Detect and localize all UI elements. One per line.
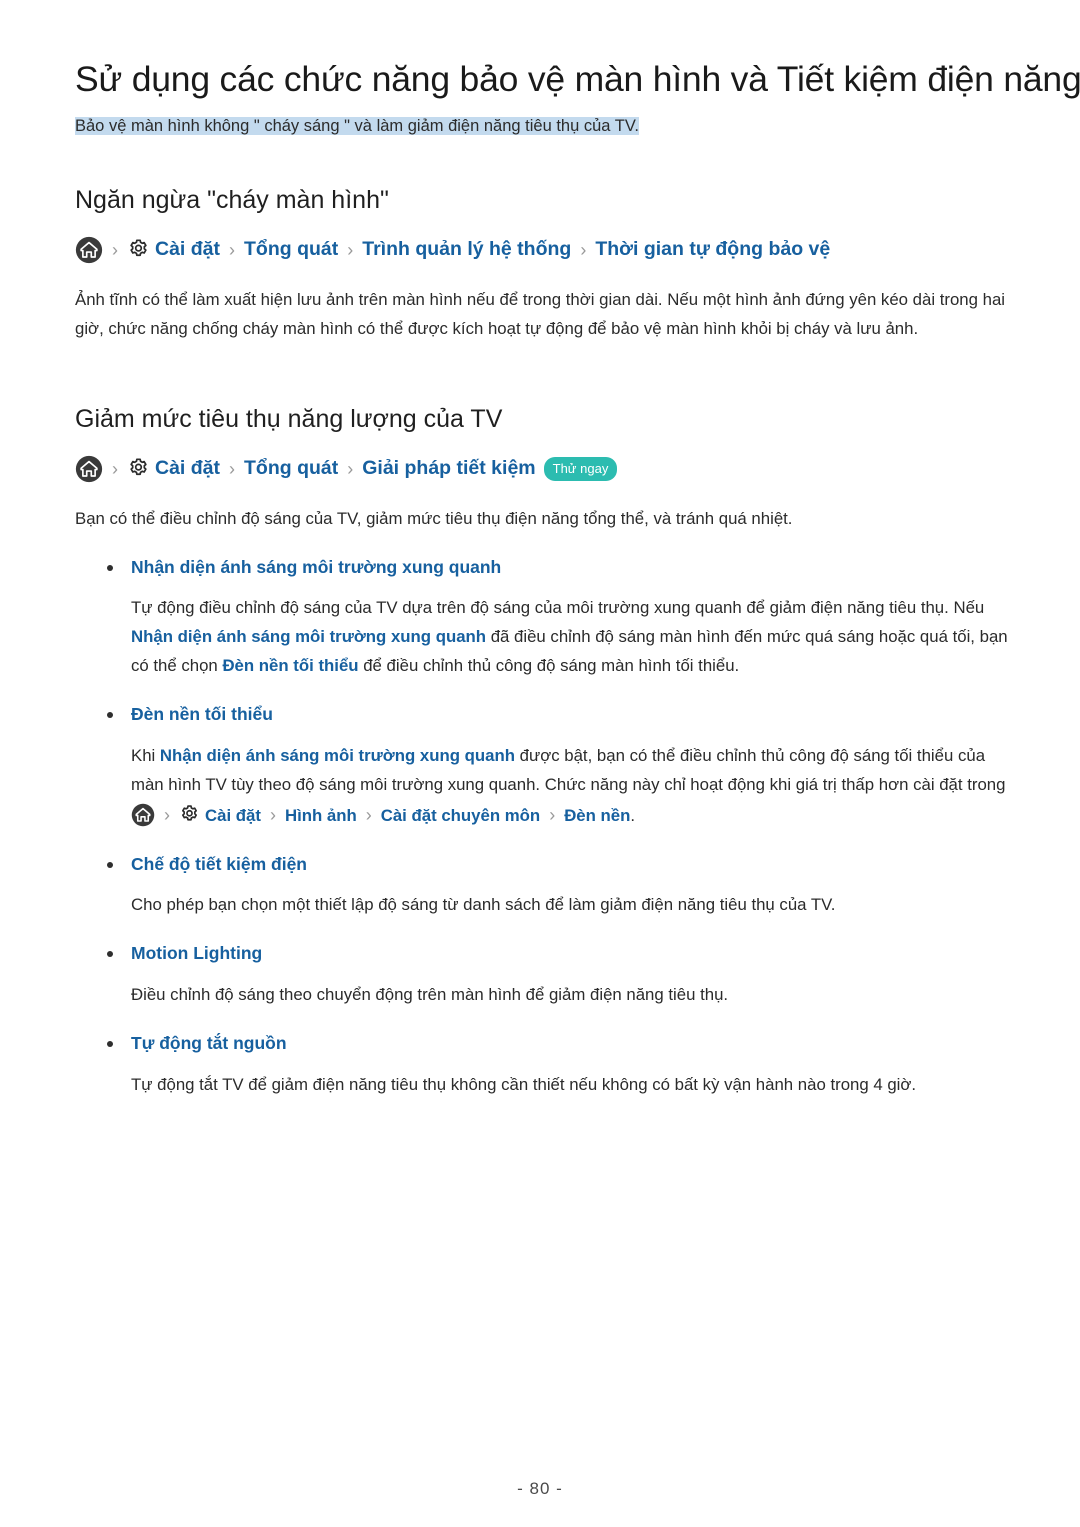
text-fragment: Khi [131, 745, 160, 765]
inline-link[interactable]: Nhận diện ánh sáng môi trường xung quanh [131, 627, 486, 646]
try-now-badge[interactable]: Thử ngay [543, 456, 618, 481]
bullet-title[interactable]: Nhận diện ánh sáng môi trường xung quanh [75, 556, 1020, 579]
breadcrumb-item-cai-dat[interactable]: Cài đặt [205, 806, 261, 825]
breadcrumb-2: › Cài đặt › Tổng quát › Giải pháp tiết k… [75, 455, 1020, 483]
home-icon[interactable] [131, 803, 155, 827]
section-heading-2: Giảm mức tiêu thụ năng lượng của TV [75, 404, 503, 433]
text-fragment: để điều chỉnh thủ công độ sáng màn hình … [358, 656, 740, 676]
page-subtitle: Bảo vệ màn hình không " cháy sáng " và l… [75, 115, 1020, 139]
breadcrumb-item-tong-quat[interactable]: Tổng quát [244, 240, 338, 260]
bullet-description: Khi Nhận diện ánh sáng môi trường xung q… [75, 742, 1020, 831]
breadcrumb-separator: › [229, 458, 236, 479]
bullet-description: Điều chỉnh độ sáng theo chuyển động trên… [131, 984, 729, 1004]
breadcrumb-item-trinh-quan-ly-he-thong[interactable]: Trình quản lý hệ thống [362, 240, 571, 260]
list-item: Nhận diện ánh sáng môi trường xung quanh… [75, 556, 1020, 681]
breadcrumb-item-hinh-anh[interactable]: Hình ảnh [285, 806, 357, 825]
breadcrumb-separator: › [347, 458, 354, 479]
gear-icon[interactable] [127, 457, 150, 480]
gear-icon[interactable] [179, 804, 200, 825]
breadcrumb-separator: › [269, 804, 276, 825]
bullet-title[interactable]: Tự động tắt nguồn [75, 1032, 1020, 1055]
inline-breadcrumb: › Cài đặt › Hình ảnh › Cài đặt chuyên môn › Đèn… [131, 803, 636, 827]
breadcrumb-item-cai-dat-chuyen-mon[interactable]: Cài đặt chuyên môn [381, 806, 540, 825]
document-page: Sử dụng các chức năng bảo vệ màn hình và… [0, 0, 1080, 1527]
section-1-paragraph: Ảnh tĩnh có thể làm xuất hiện lưu ảnh tr… [75, 289, 1006, 338]
breadcrumb-1: › Cài đặt › Tổng quát › Trình quản lý hệ… [75, 236, 1020, 264]
list-item: Tự động tắt nguồn Tự động tắt TV để giảm… [75, 1032, 1020, 1100]
breadcrumb-separator: › [164, 804, 170, 825]
subtitle-highlight: Bảo vệ màn hình không " cháy sáng " và l… [75, 116, 639, 135]
bullet-description: Cho phép bạn chọn một thiết lập độ sáng … [131, 895, 836, 915]
gear-icon[interactable] [127, 238, 150, 261]
bullet-description: Tự động tắt TV để giảm điện năng tiêu th… [131, 1074, 917, 1094]
home-icon[interactable] [75, 455, 103, 483]
section-2-paragraph: Bạn có thể điều chỉnh độ sáng của TV, gi… [75, 508, 793, 528]
breadcrumb-item-thoi-gian-tu-dong-bao-ve[interactable]: Thời gian tự động bảo vệ [595, 240, 830, 260]
bullet-title[interactable]: Motion Lighting [75, 942, 1020, 965]
breadcrumb-separator: › [580, 239, 587, 260]
bullet-title[interactable]: Chế độ tiết kiệm điện [75, 853, 1020, 876]
list-item: Chế độ tiết kiệm điện Cho phép bạn chọn … [75, 853, 1020, 921]
breadcrumb-separator: › [347, 239, 354, 260]
text-fragment: Tự động điều chỉnh độ sáng của TV dựa tr… [131, 598, 985, 618]
bullet-description: Tự động điều chỉnh độ sáng của TV dựa tr… [75, 594, 1020, 681]
breadcrumb-separator: › [365, 804, 372, 825]
section-heading-1: Ngăn ngừa "cháy màn hình" [75, 185, 389, 214]
text-fragment: . [630, 805, 636, 825]
page-title: Sử dụng các chức năng bảo vệ màn hình và… [75, 59, 1080, 99]
breadcrumb-separator: › [229, 239, 236, 260]
breadcrumb-item-tong-quat[interactable]: Tổng quát [244, 459, 338, 479]
list-item: Motion Lighting Điều chỉnh độ sáng theo … [75, 942, 1020, 1010]
breadcrumb-item-giai-phap-tiet-kiem[interactable]: Giải pháp tiết kiệm [362, 459, 535, 479]
breadcrumb-item-den-nen[interactable]: Đèn nền [564, 806, 630, 825]
breadcrumb-separator: › [549, 804, 556, 825]
breadcrumb-item-cai-dat[interactable]: Cài đặt [155, 240, 220, 260]
breadcrumb-separator: › [112, 458, 118, 479]
list-item: Đèn nền tối thiểu Khi Nhận diện ánh sáng… [75, 703, 1020, 830]
inline-link[interactable]: Đèn nền tối thiểu [222, 656, 358, 675]
feature-list: Nhận diện ánh sáng môi trường xung quanh… [75, 556, 1020, 1100]
bullet-title[interactable]: Đèn nền tối thiểu [75, 703, 1020, 726]
page-number: - 80 - [517, 1479, 563, 1498]
inline-link[interactable]: Nhận diện ánh sáng môi trường xung quanh [160, 746, 515, 765]
breadcrumb-item-cai-dat[interactable]: Cài đặt [155, 459, 220, 479]
home-icon[interactable] [75, 236, 103, 264]
breadcrumb-separator: › [112, 239, 118, 260]
